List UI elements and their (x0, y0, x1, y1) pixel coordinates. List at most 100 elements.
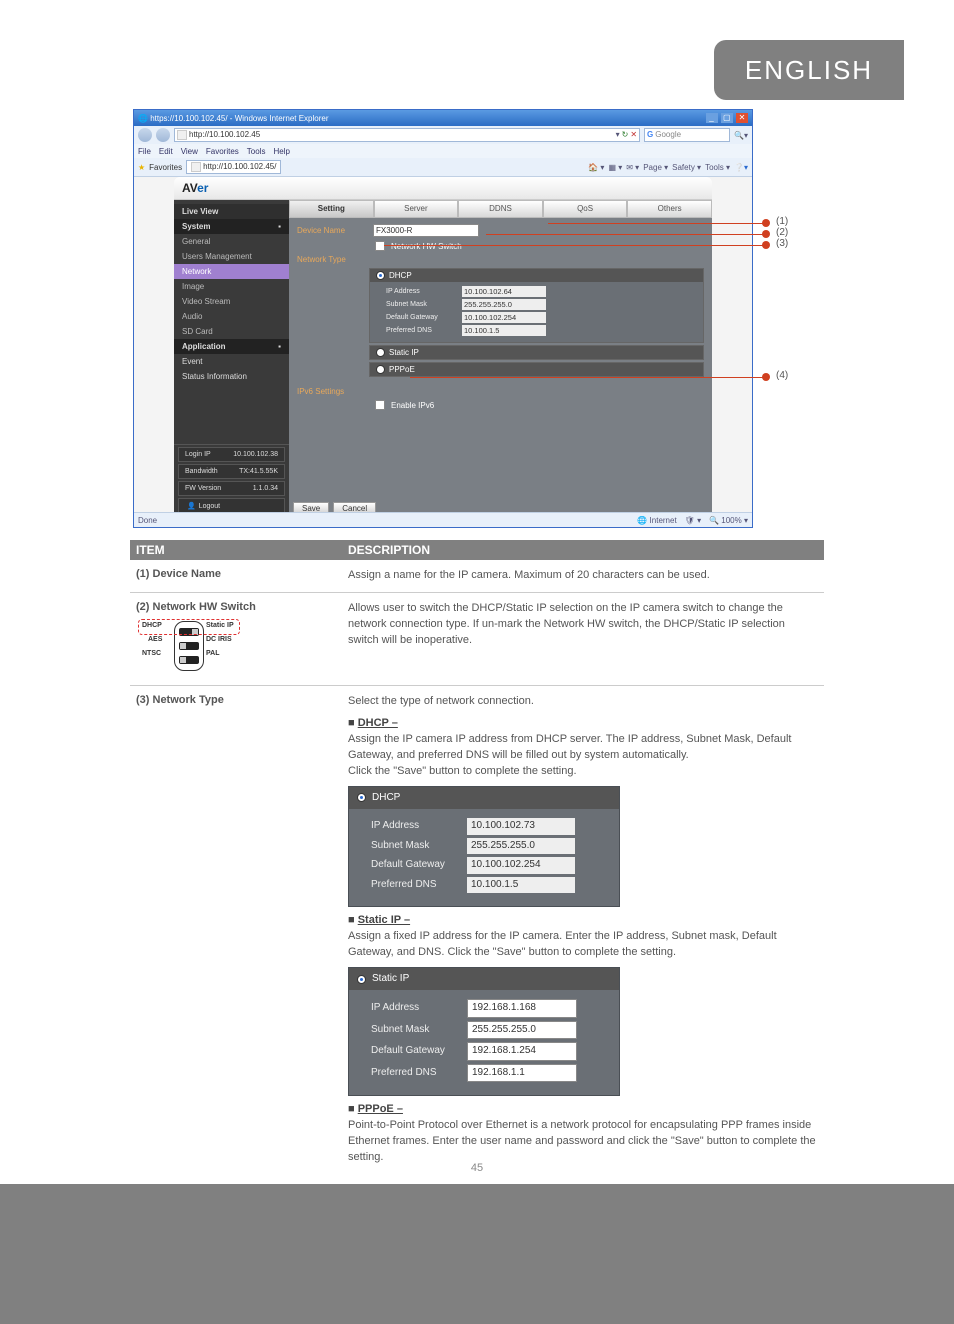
sidebar-item-audio[interactable]: Audio (174, 309, 289, 324)
browser-titlebar: 🌐 https://10.100.102.45/ - Windows Inter… (134, 110, 752, 126)
favorites-label[interactable]: Favorites (149, 163, 182, 172)
sidebar-item-users[interactable]: Users Management (174, 249, 289, 264)
address-url: http://10.100.102.45 (189, 129, 260, 141)
device-name-input[interactable]: FX3000-R (373, 224, 479, 237)
callout-dot-1 (762, 219, 770, 227)
ex-gw-val: 10.100.102.254 (467, 857, 575, 874)
ex-ip-input[interactable]: 192.168.1.168 (467, 999, 577, 1018)
sidebar-item-event[interactable]: Event (174, 354, 289, 369)
switch-slot-2 (179, 642, 199, 650)
ex-mask-input[interactable]: 255.255.255.0 (467, 1021, 577, 1040)
search-placeholder: Google (655, 129, 681, 141)
table-row: (3) Network Type Select the type of netw… (130, 686, 824, 1174)
stop-icon[interactable]: ✕ (630, 129, 637, 141)
sidebar-item-status-info[interactable]: Status Information (174, 369, 289, 384)
menu-item[interactable]: File (138, 147, 151, 156)
zoom-level[interactable]: 🔍 100% ▾ (709, 516, 748, 525)
close-icon[interactable]: ✕ (736, 113, 748, 123)
hw-switch-checkbox[interactable] (375, 241, 385, 251)
sidebar-item-network[interactable]: Network (174, 264, 289, 279)
browser-nav-row: http://10.100.102.45 ▾ ↻ ✕ G Google 🔍▾ (134, 126, 752, 144)
radio-icon (357, 975, 366, 984)
page-menu[interactable]: Page ▾ (643, 163, 668, 172)
dropdown-icon[interactable]: ▾ (616, 129, 620, 141)
refresh-icon[interactable]: ↻ (622, 129, 629, 141)
description-table: ITEM DESCRIPTION (1) Device Name Assign … (130, 540, 824, 1185)
mail-icon[interactable]: ✉ ▾ (626, 163, 639, 172)
row-desc: Allows user to switch the DHCP/Static IP… (342, 599, 824, 679)
info-fw-version: FW Version 1.1.0.34 (178, 481, 285, 496)
callout-2: (2) (776, 227, 788, 238)
menu-item[interactable]: Help (273, 147, 289, 156)
ipv6-checkbox[interactable] (375, 400, 385, 410)
tabs-row: Setting Server DDNS QoS Others (289, 200, 712, 218)
home-icon[interactable]: 🏠 ▾ (588, 163, 604, 172)
tab-ddns[interactable]: DDNS (458, 200, 543, 218)
hw-switch-label: Network HW Switch (391, 242, 462, 251)
sidebar-item-video-stream[interactable]: Video Stream (174, 294, 289, 309)
tab-setting[interactable]: Setting (289, 200, 374, 218)
ex-dns-input[interactable]: 192.168.1.1 (467, 1064, 577, 1083)
status-internet: Internet (637, 516, 676, 525)
help-icon[interactable]: ❔▾ (734, 163, 748, 172)
radio-icon (376, 271, 385, 280)
safety-menu[interactable]: Safety ▾ (672, 163, 701, 172)
static-ex-header: Static IP (349, 968, 619, 991)
menu-item[interactable]: View (181, 147, 198, 156)
tab-qos[interactable]: QoS (543, 200, 628, 218)
ex-mask-label: Subnet Mask (371, 1023, 461, 1038)
window-buttons[interactable]: _ ▢ ✕ (705, 113, 748, 123)
sidebar-item-image[interactable]: Image (174, 279, 289, 294)
info-login-ip: Login IP 10.100.102.38 (178, 447, 285, 462)
menu-item[interactable]: Edit (159, 147, 173, 156)
feed-icon[interactable]: ▦ ▾ (608, 163, 622, 172)
ex-ip-label: IP Address (371, 1001, 461, 1016)
dhcp-dns-value: 10.100.1.5 (462, 325, 546, 336)
protected-mode-icon: 🛡 ▾ (685, 516, 701, 525)
menu-item[interactable]: Tools (247, 147, 266, 156)
dhcp-radio[interactable]: DHCP (370, 269, 703, 282)
page-number: 45 (0, 1162, 954, 1174)
app-header: AVer (174, 177, 712, 200)
ex-gw-input[interactable]: 192.168.1.254 (467, 1042, 577, 1061)
sidebar: Live View System▪ General Users Manageme… (174, 200, 289, 519)
app-area: AVer Live View System▪ General Users Man… (134, 177, 752, 518)
ex-dns-label: Preferred DNS (371, 878, 461, 893)
favorites-star-icon[interactable]: ★ (138, 163, 145, 172)
browser-menu: File Edit View Favorites Tools Help (134, 144, 752, 158)
sidebar-item-live-view[interactable]: Live View (174, 204, 289, 219)
sidebar-group-application[interactable]: Application▪ (174, 339, 289, 354)
sw-label-dciris: DC IRIS (206, 636, 232, 643)
info-bandwidth: Bandwidth TX:41.5.55K (178, 464, 285, 479)
radio-icon (376, 348, 385, 357)
back-button[interactable] (138, 128, 152, 142)
status-left: Done (138, 516, 157, 525)
dhcp-example-panel: DHCP IP Address10.100.102.73 Subnet Mask… (348, 786, 620, 908)
browser-tab[interactable]: http://10.100.102.45/ (186, 160, 281, 174)
address-bar[interactable]: http://10.100.102.45 ▾ ↻ ✕ (174, 128, 640, 142)
forward-button[interactable] (156, 128, 170, 142)
sidebar-group-system[interactable]: System▪ (174, 219, 289, 234)
menu-item[interactable]: Favorites (206, 147, 239, 156)
search-bar[interactable]: G Google (644, 128, 730, 142)
static-radio[interactable]: Static IP (370, 346, 703, 359)
ipv6-enable-label: Enable IPv6 (391, 401, 434, 410)
ex-gw-label: Default Gateway (371, 858, 461, 873)
ex-mask-label: Subnet Mask (371, 839, 461, 854)
pppoe-radio[interactable]: PPPoE (370, 363, 703, 376)
maximize-icon[interactable]: ▢ (721, 113, 733, 123)
expand-icon[interactable]: ▪ (278, 342, 281, 351)
tools-menu[interactable]: Tools ▾ (705, 163, 730, 172)
sidebar-item-general[interactable]: General (174, 234, 289, 249)
collapse-icon[interactable]: ▪ (278, 222, 281, 231)
row-desc: Select the type of network connection. ■… (342, 692, 824, 1168)
tab-server[interactable]: Server (374, 200, 459, 218)
sidebar-item-sd-card[interactable]: SD Card (174, 324, 289, 339)
callout-dot-4 (762, 373, 770, 381)
minimize-icon[interactable]: _ (706, 113, 718, 123)
language-tab: ENGLISH (714, 40, 904, 100)
search-go-icon[interactable]: 🔍▾ (734, 131, 748, 140)
dhcp-mask-label: Subnet Mask (386, 301, 456, 308)
pppoe-section: PPPoE (369, 362, 704, 377)
tab-others[interactable]: Others (627, 200, 712, 218)
